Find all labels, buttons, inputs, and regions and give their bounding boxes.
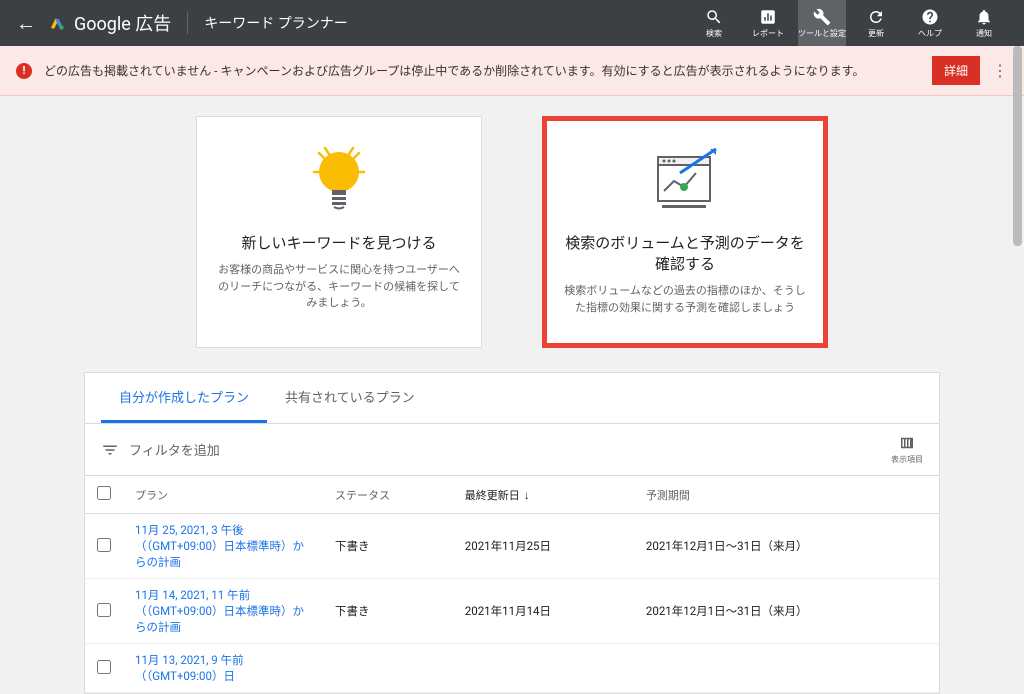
help-label: ヘルプ [918,28,942,39]
report-button[interactable]: レポート [744,0,792,46]
col-status[interactable]: ステータス [323,476,453,514]
search-label: 検索 [706,28,722,39]
forecast-card[interactable]: 検索のボリュームと予測のデータを確認する 検索ボリュームなどの過去の指標のほか、… [542,116,828,348]
alert-icon: ! [16,63,32,79]
brand-text: Google 広告 [74,10,171,36]
google-ads-logo-icon [48,14,66,32]
header-right: 検索 レポート ツールと設定 更新 ヘルプ 通知 [690,0,1008,46]
plan-link[interactable]: 11月 25, 2021, 3 午後（（GMT+09:00）日本標準時）からの計… [135,523,304,569]
updated-cell: 2021年11月14日 [453,579,634,644]
table-section: 自分が作成したプラン 共有されているプラン フィルタを追加 表示項目 プラン ス… [84,372,940,694]
discover-keywords-card[interactable]: 新しいキーワードを見つける お客様の商品やサービスに関心を持つユーザーへのリーチ… [196,116,482,348]
updated-cell: 2021年11月25日 [453,514,634,579]
plan-link[interactable]: 11月 14, 2021, 11 午前（（GMT+09:00）日本標準時）からの… [135,588,304,634]
detail-button[interactable]: 詳細 [932,56,980,85]
tools-button[interactable]: ツールと設定 [798,0,846,46]
tools-icon [813,8,831,26]
app-header: ← Google 広告 キーワード プランナー 検索 レポート ツールと設定 更… [0,0,1024,46]
row-checkbox[interactable] [97,660,111,674]
logo[interactable]: Google 広告 [48,10,171,36]
col-updated[interactable]: 最終更新日↓ [453,476,634,514]
more-icon[interactable]: ⋮ [992,61,1008,80]
card-desc: 検索ボリュームなどの過去の指標のほか、そうした指標の効果に関する予測を確認しまし… [563,283,807,316]
select-all-checkbox[interactable] [97,486,111,500]
plans-table: プラン ステータス 最終更新日↓ 予測期間 11月 25, 2021, 3 午後… [85,476,939,693]
report-icon [759,8,777,26]
refresh-label: 更新 [868,28,884,39]
main-content: 新しいキーワードを見つける お客様の商品やサービスに関心を持つユーザーへのリーチ… [0,96,1024,694]
status-cell [323,644,453,693]
notifications-button[interactable]: 通知 [960,0,1008,46]
plan-link[interactable]: 11月 13, 2021, 9 午前（（GMT+09:00）日 [135,653,244,683]
columns-label: 表示項目 [891,454,923,465]
scrollbar-thumb[interactable] [1013,46,1022,246]
tab-my-plans[interactable]: 自分が作成したプラン [101,373,267,423]
alert-text: どの広告も掲載されていません - キャンペーンおよび広告グループは停止中であるか… [44,62,864,79]
col-plan[interactable]: プラン [123,476,323,514]
table-row: 11月 14, 2021, 11 午前（（GMT+09:00）日本標準時）からの… [85,579,939,644]
tab-shared-plans[interactable]: 共有されているプラン [267,373,433,423]
toolbar: フィルタを追加 表示項目 [85,424,939,476]
tabs: 自分が作成したプラン 共有されているプラン [85,373,939,424]
table-row: 11月 13, 2021, 9 午前（（GMT+09:00）日 [85,644,939,693]
page-title: キーワード プランナー [204,13,347,33]
search-button[interactable]: 検索 [690,0,738,46]
updated-cell [453,644,634,693]
alert-actions: 詳細 ⋮ [932,56,1008,85]
bell-icon [975,8,993,26]
filter-text[interactable]: フィルタを追加 [129,440,220,459]
refresh-button[interactable]: 更新 [852,0,900,46]
period-cell: 2021年12月1日～31日（来月） [634,514,939,579]
separator [187,12,188,34]
status-cell: 下書き [323,514,453,579]
notifications-label: 通知 [976,28,992,39]
report-label: レポート [752,28,784,39]
period-cell [634,644,939,693]
status-cell: 下書き [323,579,453,644]
chart-icon [640,141,730,219]
lightbulb-icon [309,141,369,219]
card-title: 新しいキーワードを見つける [241,233,436,254]
alert-bar: ! どの広告も掲載されていません - キャンペーンおよび広告グループは停止中であ… [0,46,1024,96]
columns-button[interactable]: 表示項目 [891,434,923,465]
col-forecast-period[interactable]: 予測期間 [634,476,939,514]
back-arrow-icon[interactable]: ← [16,11,36,36]
refresh-icon [867,8,885,26]
row-checkbox[interactable] [97,603,111,617]
columns-icon [898,434,916,452]
tools-label: ツールと設定 [798,28,846,39]
table-row: 11月 25, 2021, 3 午後（（GMT+09:00）日本標準時）からの計… [85,514,939,579]
cards-row: 新しいキーワードを見つける お客様の商品やサービスに関心を持つユーザーへのリーチ… [84,116,940,348]
header-left: ← Google 広告 キーワード プランナー [16,10,348,36]
row-checkbox[interactable] [97,538,111,552]
period-cell: 2021年12月1日～31日（来月） [634,579,939,644]
filter-icon[interactable] [101,441,119,459]
sort-down-icon: ↓ [524,488,530,502]
search-icon [705,8,723,26]
help-icon [921,8,939,26]
help-button[interactable]: ヘルプ [906,0,954,46]
card-title: 検索のボリュームと予測のデータを確認する [563,233,807,275]
card-desc: お客様の商品やサービスに関心を持つユーザーへのリーチにつながる、キーワードの候補… [217,262,461,312]
